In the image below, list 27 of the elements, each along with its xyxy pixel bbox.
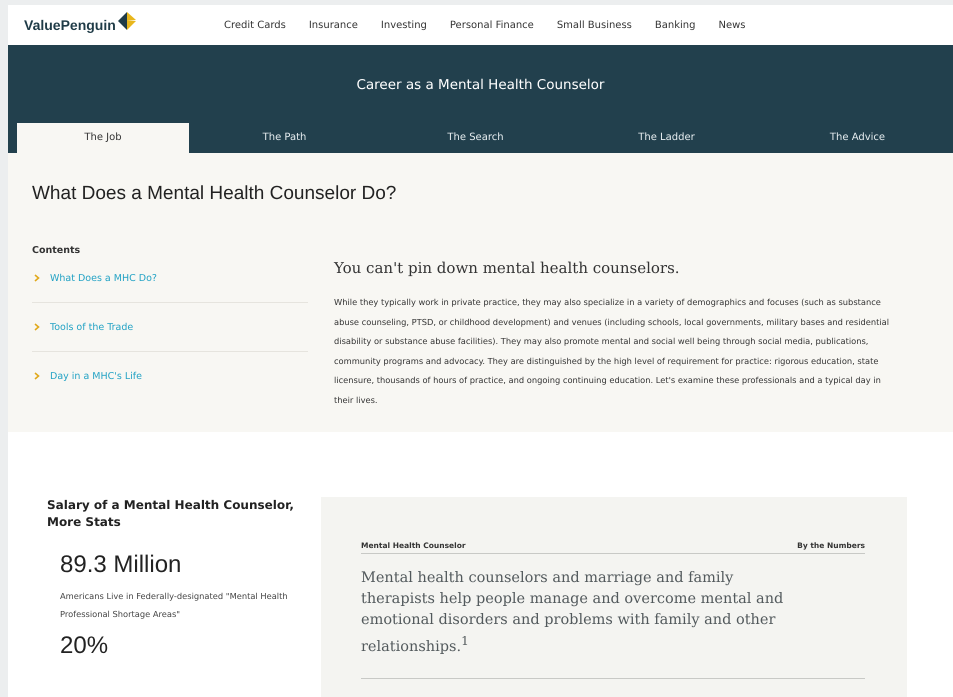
body-paragraph: While they typically work in private practice, they may also specialize in a variety of demographics and focuses (such as substance abuse counseling, PTSD, or childhood development) and venues (including schools, local governments, military bases and residential disability or substance abuse facilities). They may also promote mental and social well being through social media, publications, community programs and advocacy. They are distinguished by the high level of requirement for practice: rigorous education, state licensure, thousands of hours of practice, and ongoing continuing education. Let's examine these professionals and a typical day in their lives. [334, 296, 890, 407]
stat-caption: Americans Live in Federally-designated "Mental Health Professional Shortage Areas" [60, 590, 289, 621]
nav-link[interactable]: Small Business [556, 20, 632, 30]
tab[interactable]: The Ladder [571, 123, 762, 153]
logo-icon [118, 12, 136, 30]
stat-value: 20% [60, 631, 110, 657]
chevron-icon [34, 274, 40, 282]
nav-link[interactable]: Credit Cards [224, 20, 286, 30]
stats-title: Salary of a Mental Health Counselor, More Stats [47, 497, 295, 531]
subheading: You can't pin down mental health counselors. [334, 259, 681, 277]
tab[interactable]: The Path [189, 123, 380, 153]
nav-link[interactable]: News [718, 20, 746, 30]
nav-link[interactable]: Investing [380, 20, 427, 30]
nav-link[interactable]: Insurance [308, 20, 358, 30]
contents-title: Contents [32, 245, 82, 256]
stat-value: 89.3 Million [60, 551, 182, 579]
chevron-icon [34, 323, 40, 331]
nav-link[interactable]: Banking [654, 20, 696, 30]
tab[interactable]: The Advice [762, 123, 953, 153]
chevron-icon [34, 372, 40, 380]
nav-link[interactable]: Personal Finance [450, 20, 534, 30]
logo-text[interactable]: ValuePenguin [24, 17, 116, 33]
page-title: Career as a Mental Health Counselor [355, 76, 606, 95]
tab[interactable]: The Search [380, 123, 571, 153]
section-heading: What Does a Mental Health Counselor Do? [32, 182, 398, 205]
quote-text: Mental health counselors and marriage and family therapists help people manage and overcome mental and emotional disorders and problems with family and other relationships.$^{1}$ [361, 569, 784, 657]
tab[interactable]: The Job [17, 123, 189, 153]
